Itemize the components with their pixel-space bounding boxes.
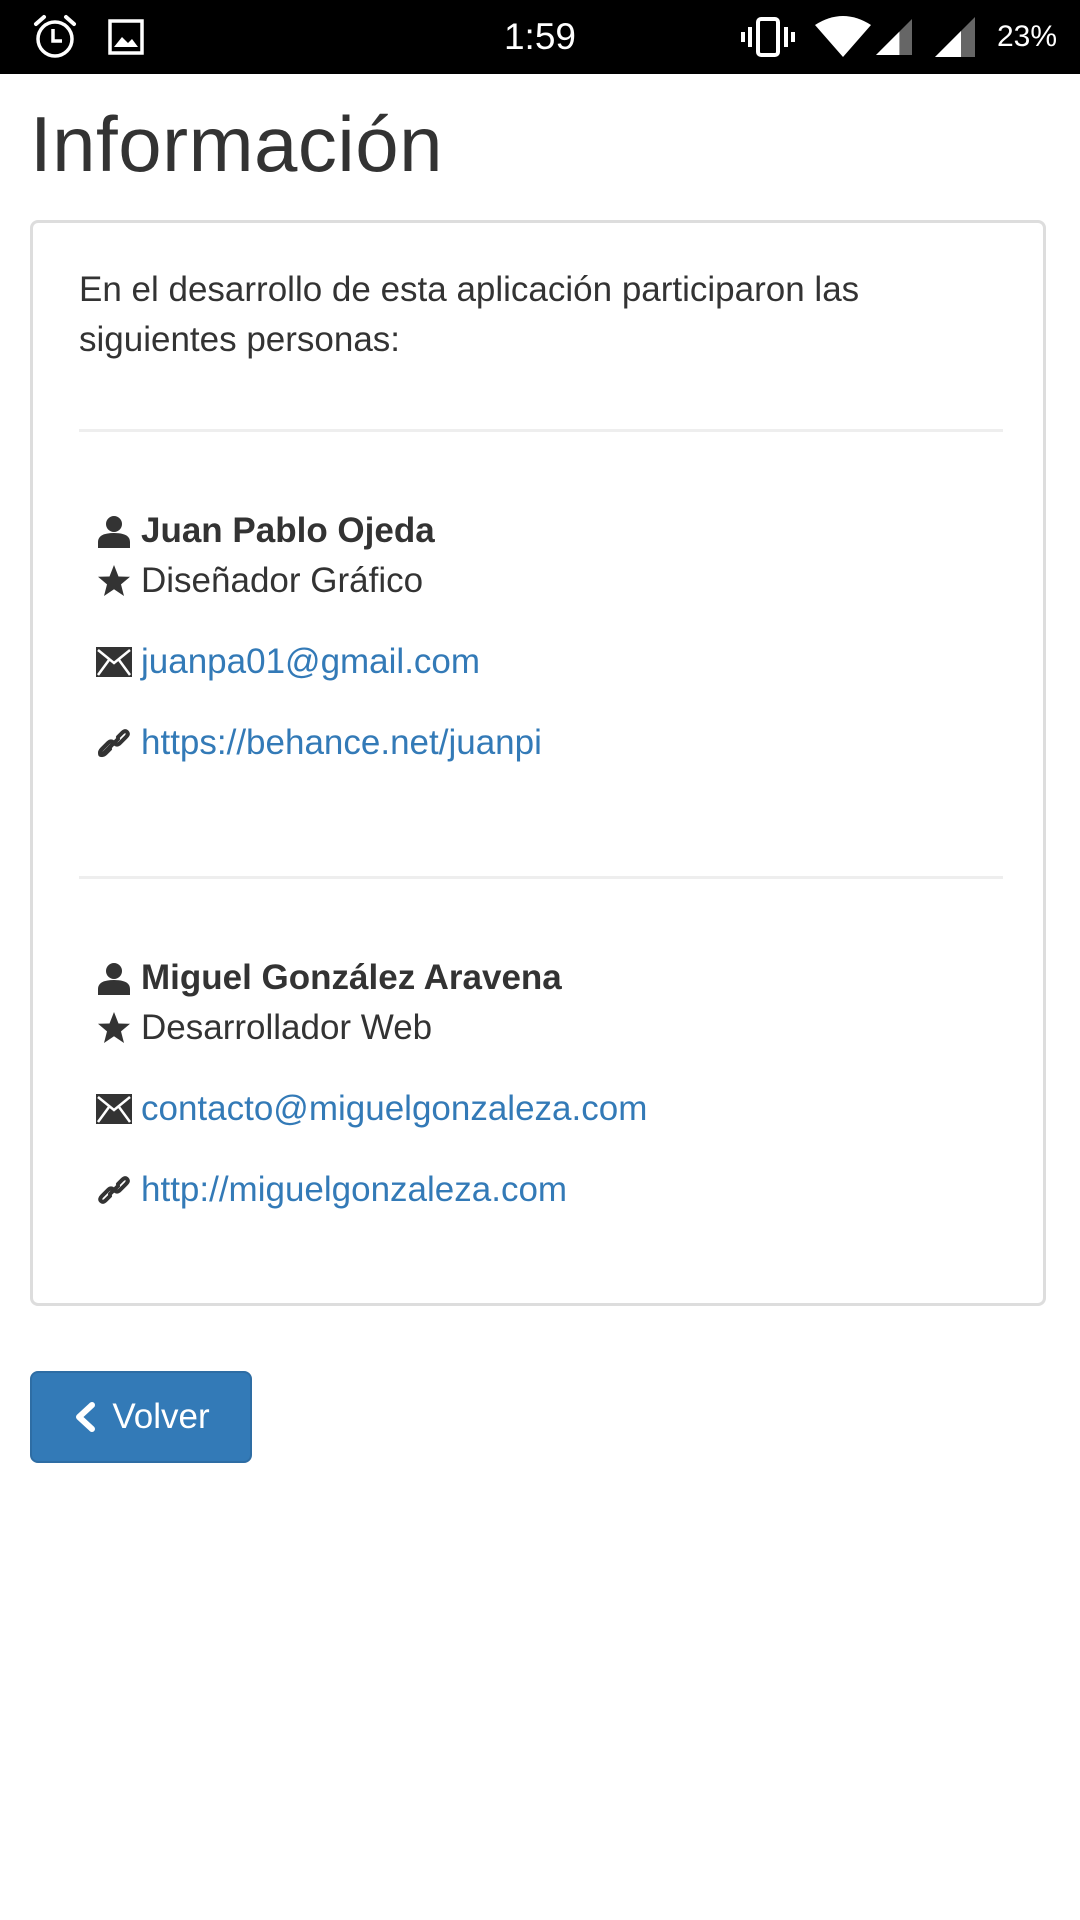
chevron-left-icon	[72, 1402, 96, 1432]
user-icon	[95, 512, 133, 550]
envelope-icon	[95, 1090, 133, 1128]
divider	[79, 429, 1003, 432]
link-icon	[95, 724, 133, 762]
star-icon	[95, 562, 133, 600]
status-bar: 1:59 23%	[0, 0, 1080, 74]
person-name-row: Juan Pablo Ojeda	[95, 506, 995, 556]
wifi-icon	[812, 0, 874, 74]
signal-icon	[876, 0, 912, 74]
person-website-row: http://miguelgonzaleza.com	[95, 1165, 995, 1215]
person-email-row: contacto@miguelgonzaleza.com	[95, 1084, 995, 1134]
website-link[interactable]: http://miguelgonzaleza.com	[141, 1170, 567, 1210]
website-link[interactable]: https://behance.net/juanpi	[141, 723, 542, 763]
info-panel: En el desarrollo de esta aplicación part…	[30, 220, 1046, 1306]
back-button[interactable]: Volver	[30, 1371, 252, 1463]
envelope-icon	[95, 643, 133, 681]
link-icon	[95, 1171, 133, 1209]
back-button-label: Volver	[112, 1397, 210, 1436]
user-icon	[95, 959, 133, 997]
gallery-icon	[104, 0, 148, 74]
divider	[79, 876, 1003, 879]
email-link[interactable]: contacto@miguelgonzaleza.com	[141, 1089, 647, 1129]
person-name: Miguel González Aravena	[141, 958, 562, 997]
battery-level: 23%	[996, 20, 1058, 53]
person-card: Miguel González Aravena Desarrollador We…	[95, 953, 995, 1215]
person-role: Diseñador Gráfico	[141, 561, 424, 600]
person-name: Juan Pablo Ojeda	[141, 511, 435, 550]
email-link[interactable]: juanpa01@gmail.com	[141, 642, 480, 682]
person-email-row: juanpa01@gmail.com	[95, 637, 995, 687]
status-time: 1:59	[503, 16, 576, 57]
intro-text: En el desarrollo de esta aplicación part…	[79, 270, 860, 359]
person-name-row: Miguel González Aravena	[95, 953, 995, 1003]
star-icon	[95, 1009, 133, 1047]
person-role-row: Desarrollador Web	[95, 1003, 995, 1053]
person-role: Desarrollador Web	[141, 1008, 433, 1047]
person-role-row: Diseñador Gráfico	[95, 556, 995, 606]
signal-icon	[932, 0, 978, 74]
person-card: Juan Pablo Ojeda Diseñador Gráfico juanp…	[95, 506, 995, 768]
person-website-row: https://behance.net/juanpi	[95, 718, 995, 768]
alarm-icon	[30, 0, 80, 74]
page-title: Información	[30, 100, 444, 188]
vibrate-icon	[738, 0, 798, 74]
